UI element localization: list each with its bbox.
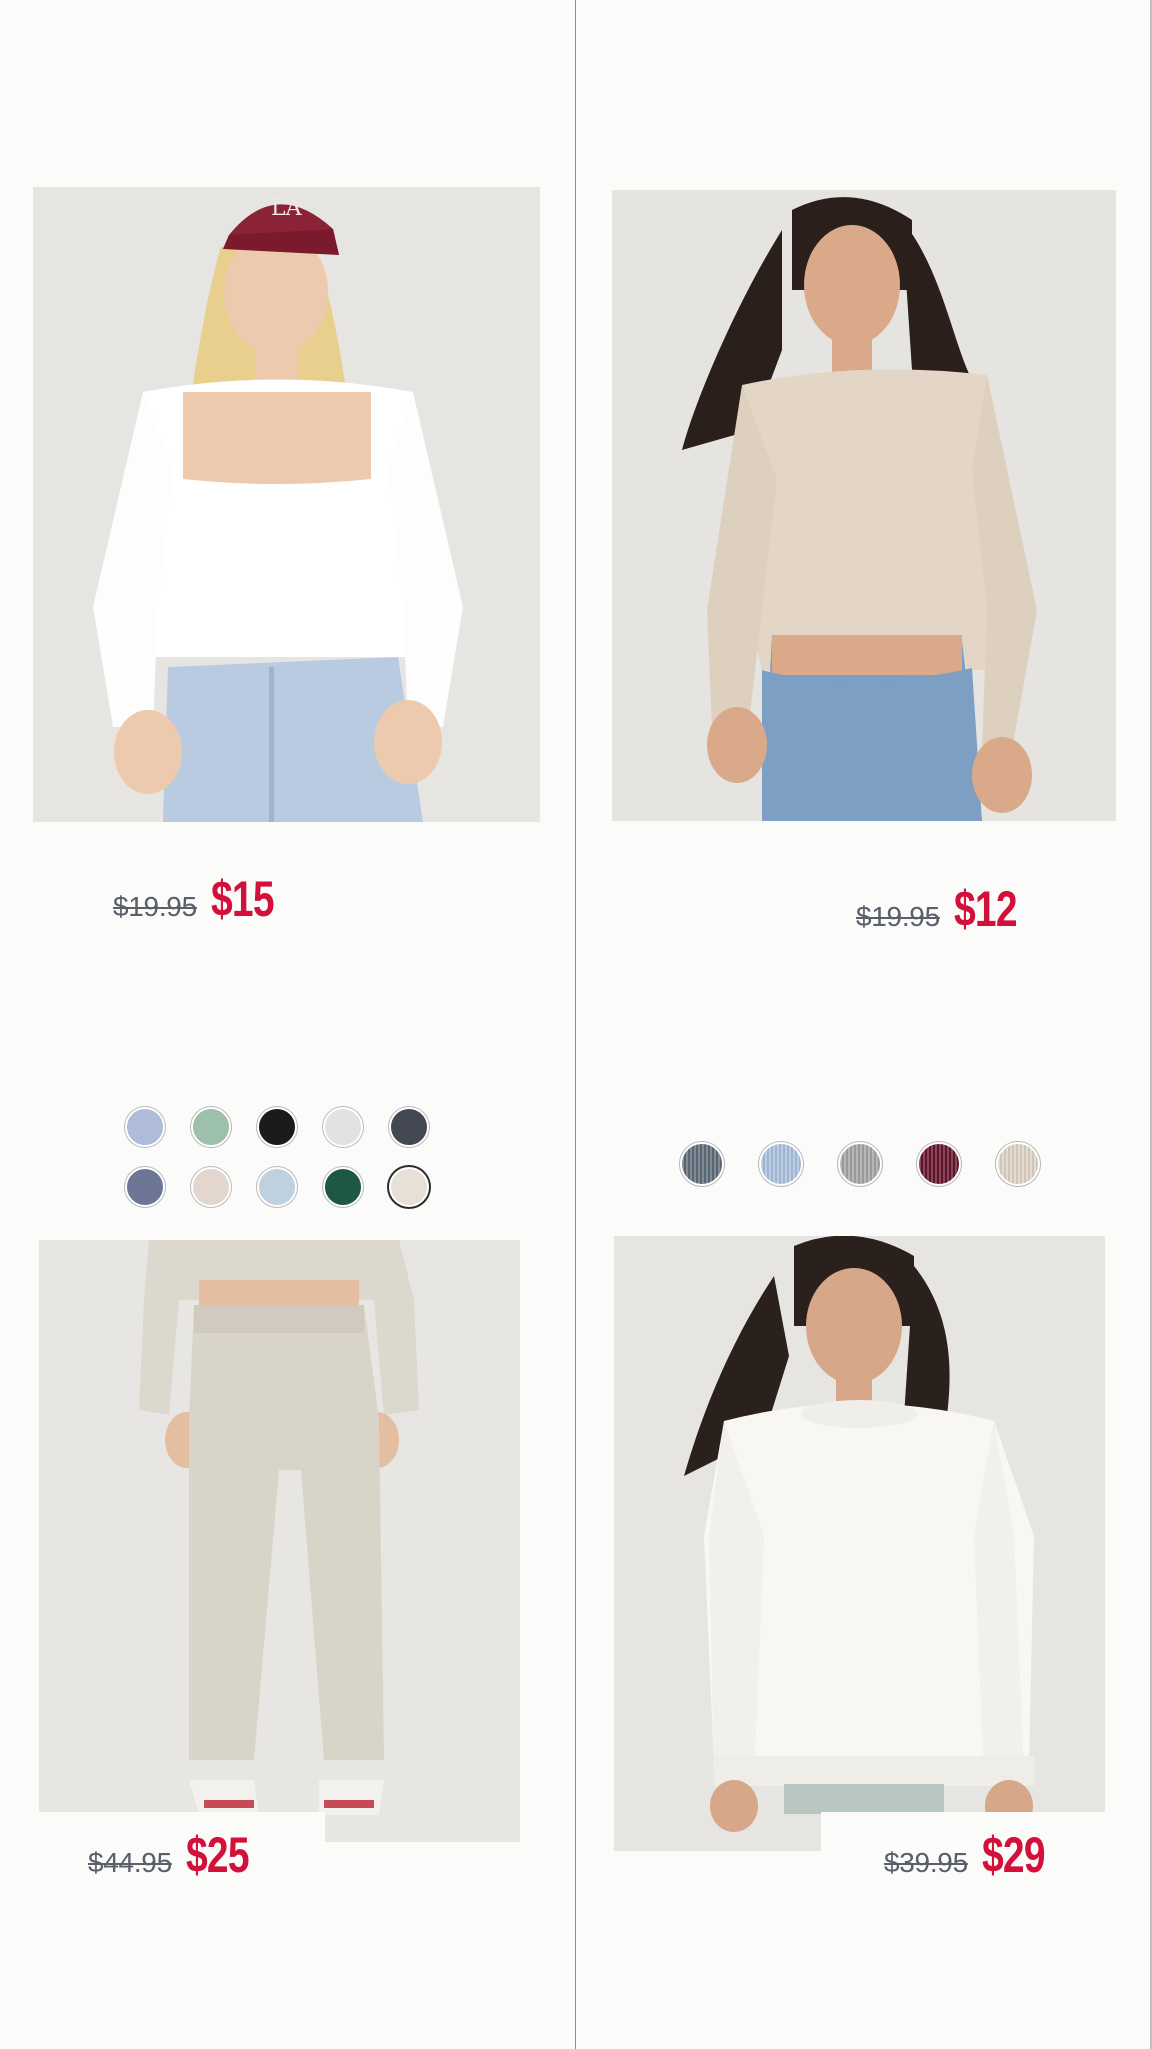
sale-price: $29 [981,1827,1046,1883]
product-image-4[interactable] [614,1236,1105,1851]
product-image-3[interactable] [39,1240,520,1842]
color-swatch-1-3[interactable] [257,1107,297,1147]
color-swatch-2-1[interactable] [680,1142,724,1186]
color-swatch-1-8[interactable] [257,1167,297,1207]
color-swatch-2-3[interactable] [838,1142,882,1186]
model-sweater-illustration [614,1236,1105,1851]
product-image-1[interactable]: LA [33,187,540,822]
color-swatch-1-1[interactable] [125,1107,165,1147]
color-swatch-1-9[interactable] [323,1167,363,1207]
color-swatch-1-6[interactable] [125,1167,165,1207]
sale-price: $25 [185,1827,250,1883]
color-swatch-1-10[interactable] [389,1167,429,1207]
original-price: $44.95 [88,1847,172,1878]
svg-text:LA: LA [271,196,303,221]
model-joggers-illustration [39,1240,520,1842]
price-row-4: $39.95 $29 [884,1826,1062,1884]
color-swatch-2-5[interactable] [996,1142,1040,1186]
color-swatch-2-2[interactable] [759,1142,803,1186]
product-image-2[interactable] [612,190,1116,821]
sale-price: $15 [210,871,275,927]
sale-price: $12 [953,881,1018,937]
price-row-3: $44.95 $25 [88,1826,266,1884]
model-oatmeal-tee-illustration [612,190,1116,821]
price-row-2: $19.95 $12 [856,880,1034,938]
column-divider [575,0,576,2049]
color-swatch-1-2[interactable] [191,1107,231,1147]
model-white-top-illustration: LA [33,187,540,822]
original-price: $19.95 [856,901,940,932]
color-swatch-1-4[interactable] [323,1107,363,1147]
color-swatch-2-4[interactable] [917,1142,961,1186]
price-row-1: $19.95 $15 [113,870,291,928]
original-price: $39.95 [884,1847,968,1878]
color-swatch-1-7[interactable] [191,1167,231,1207]
color-swatch-1-5[interactable] [389,1107,429,1147]
original-price: $19.95 [113,891,197,922]
